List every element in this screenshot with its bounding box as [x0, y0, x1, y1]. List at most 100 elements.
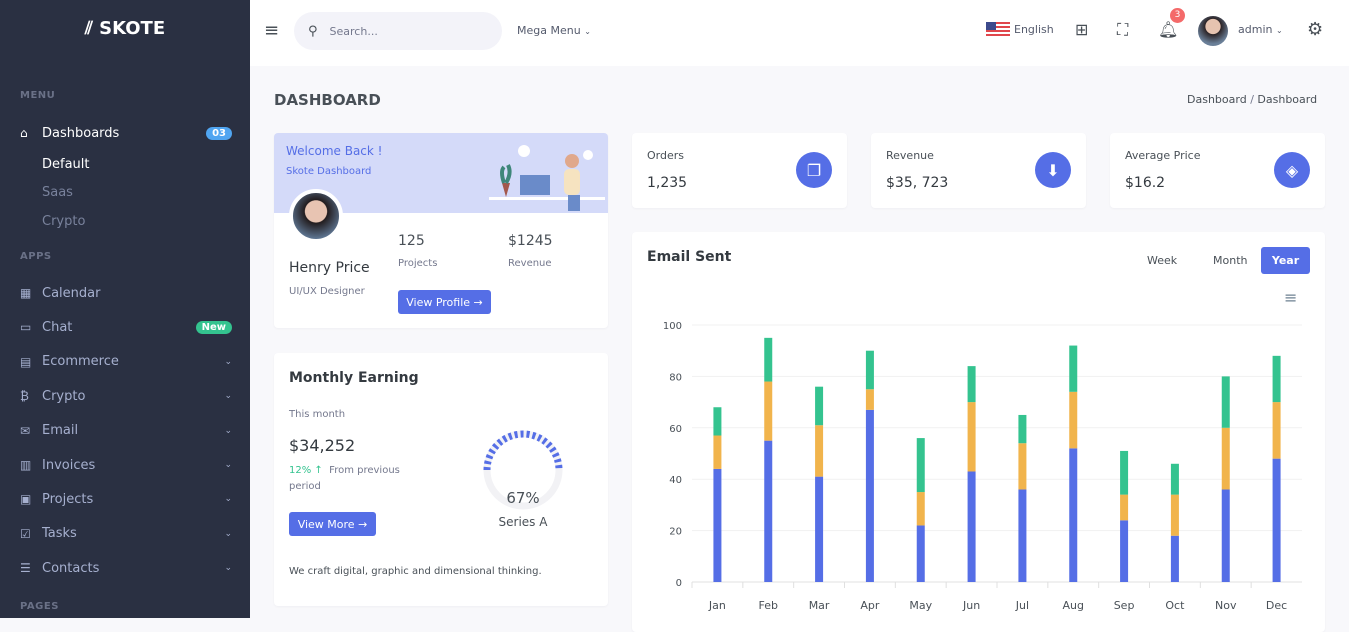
- profile-name: Henry Price: [289, 260, 370, 276]
- hamburger-icon[interactable]: ≡: [264, 20, 279, 41]
- bar-apr-series-1: [865, 389, 874, 410]
- chat-icon: ▭: [20, 320, 32, 335]
- x-tick-label: May: [909, 599, 932, 612]
- user-avatar[interactable]: [1198, 16, 1228, 46]
- mega-menu-button[interactable]: Mega Menu ⌄: [517, 24, 591, 37]
- new-badge: New: [195, 320, 232, 334]
- welcome-title: Welcome Back !: [286, 144, 383, 158]
- bar-aug-series-1: [1069, 391, 1078, 449]
- sidebar-item-email[interactable]: ✉ Email ⌄: [20, 419, 232, 443]
- us-flag-icon: [986, 22, 1010, 37]
- sidebar-item-contacts[interactable]: ☰ Contacts ⌄: [20, 556, 232, 580]
- stat-card-orders: Orders 1,235 ❐: [632, 133, 847, 208]
- calendar-icon: ▦: [20, 286, 32, 300]
- chevron-down-icon: ⌄: [224, 356, 232, 367]
- bar-nov-series-2: [1221, 376, 1230, 428]
- projects-label: Projects: [398, 258, 438, 269]
- view-profile-button[interactable]: View Profile →: [398, 290, 491, 314]
- bar-may-series-1: [916, 492, 925, 526]
- breadcrumb-current: Dashboard: [1257, 93, 1318, 106]
- bar-jun-series-0: [967, 471, 976, 582]
- profile-illustration: [489, 145, 605, 211]
- bar-nov-series-0: [1221, 489, 1230, 582]
- gauge-value: 67%: [506, 489, 540, 507]
- bar-oct-series-0: [1170, 535, 1179, 582]
- tab-week[interactable]: Week: [1147, 254, 1177, 267]
- logo[interactable]: ⫽ SKOTE: [0, 18, 250, 39]
- bar-jan-series-2: [713, 407, 722, 436]
- sidebar-sub-default[interactable]: Default: [42, 157, 90, 172]
- tab-year[interactable]: Year: [1261, 247, 1310, 274]
- y-tick-label: 40: [669, 475, 682, 486]
- earning-change: 12% ↑ From previous period: [289, 465, 400, 492]
- breadcrumb-link[interactable]: Dashboard: [1187, 93, 1247, 106]
- bar-jan-series-1: [713, 435, 722, 469]
- chevron-down-icon: ⌄: [224, 460, 232, 470]
- bar-feb-series-1: [764, 381, 773, 441]
- logo-icon: ⫽: [84, 18, 100, 39]
- sidebar: ⫽ SKOTE MENU ⌂ Dashboards 03 Default Saas…: [0, 0, 250, 618]
- chevron-down-icon: ⌄: [224, 494, 232, 505]
- apps-grid-icon[interactable]: ⊞: [1075, 20, 1088, 39]
- welcome-card: Welcome Back ! Skote Dashboard Henry Pri…: [274, 133, 608, 328]
- tab-month[interactable]: Month: [1213, 254, 1247, 267]
- bar-feb-series-0: [764, 440, 773, 582]
- stat-value: $16.2: [1125, 175, 1166, 191]
- y-tick-label: 0: [676, 578, 682, 589]
- bar-nov-series-1: [1221, 427, 1230, 490]
- sidebar-item-ecommerce[interactable]: ▤ Ecommerce ⌄: [20, 350, 232, 374]
- card-title: Monthly Earning: [289, 370, 419, 386]
- bar-may-series-2: [916, 438, 925, 493]
- y-tick-label: 60: [669, 424, 682, 435]
- stat-label: Average Price: [1125, 149, 1201, 162]
- search-input[interactable]: ⚲ Search...: [294, 12, 502, 50]
- bar-dec-series-2: [1272, 355, 1281, 403]
- profile-role: UI/UX Designer: [289, 286, 365, 297]
- chart-menu-icon[interactable]: ≡: [1284, 288, 1297, 307]
- sidebar-item-crypto[interactable]: ₿ Crypto ⌄: [20, 384, 232, 408]
- earning-period: This month: [289, 409, 346, 420]
- bar-jul-series-2: [1018, 414, 1027, 444]
- chevron-down-icon: ⌄: [224, 563, 232, 574]
- envelope-icon: ✉: [20, 423, 31, 438]
- bar-jun-series-1: [967, 402, 976, 472]
- sidebar-item-tasks[interactable]: ☑ Tasks ⌄: [20, 522, 232, 546]
- bar-feb-series-2: [764, 337, 773, 382]
- chevron-down-icon: ⌄: [1275, 26, 1283, 35]
- profile-avatar: [289, 189, 343, 243]
- fullscreen-icon[interactable]: ⛶: [1117, 20, 1128, 40]
- sidebar-item-dashboards[interactable]: ⌂ Dashboards 03: [20, 121, 232, 145]
- x-tick-label: Oct: [1165, 599, 1185, 612]
- settings-gear-icon[interactable]: ⚙: [1307, 19, 1323, 40]
- sidebar-item-calendar[interactable]: ▦ Calendar: [20, 281, 232, 305]
- receipt-icon: ▥: [20, 458, 32, 472]
- sidebar-sub-crypto[interactable]: Crypto: [42, 214, 85, 229]
- x-tick-label: Feb: [759, 599, 778, 612]
- sidebar-item-chat[interactable]: ▭ Chat New: [20, 315, 232, 339]
- search-icon: ⚲: [308, 23, 318, 39]
- view-more-button[interactable]: View More →: [289, 512, 376, 536]
- bitcoin-icon: ₿: [20, 389, 29, 404]
- earning-footer: We craft digital, graphic and dimensiona…: [289, 566, 542, 577]
- arrow-up-icon: ↑: [311, 465, 326, 476]
- x-tick-label: Nov: [1215, 599, 1237, 612]
- chevron-down-icon: ⌄: [224, 391, 232, 402]
- x-tick-label: Jan: [708, 599, 726, 612]
- x-tick-label: Jul: [1015, 599, 1029, 612]
- language-selector[interactable]: English: [986, 22, 1054, 37]
- contacts-icon: ☰: [20, 561, 31, 576]
- briefcase-icon: ▣: [20, 492, 32, 507]
- copy-icon: ❐: [796, 152, 832, 188]
- sidebar-item-invoices[interactable]: ▥ Invoices ⌄: [20, 453, 232, 477]
- bar-jul-series-1: [1018, 443, 1027, 490]
- revenue-value: $1245: [508, 233, 553, 249]
- user-menu[interactable]: admin ⌄: [1238, 23, 1283, 36]
- bar-mar-series-2: [815, 386, 824, 426]
- bar-sep-series-1: [1120, 494, 1129, 521]
- page-title: DASHBOARD: [274, 91, 381, 109]
- sidebar-sub-saas[interactable]: Saas: [42, 185, 73, 200]
- chevron-down-icon: ⌄: [224, 425, 232, 436]
- welcome-subtitle: Skote Dashboard: [286, 166, 372, 177]
- sidebar-item-projects[interactable]: ▣ Projects ⌄: [20, 487, 232, 511]
- bar-mar-series-0: [815, 476, 824, 582]
